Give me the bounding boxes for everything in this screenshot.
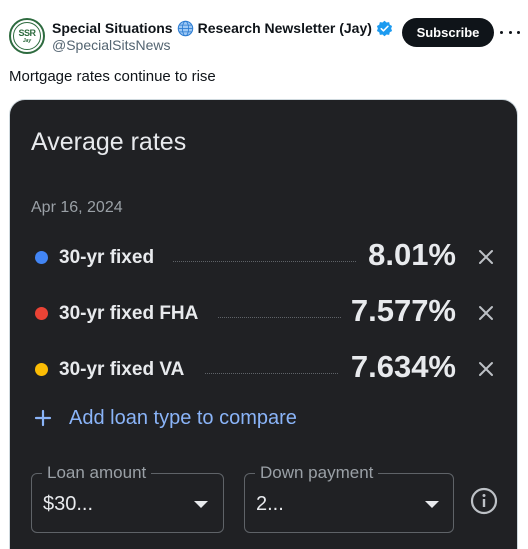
caret-down-icon [425, 501, 439, 508]
rate-row-30yr-fixed-fha: 30-yr fixed FHA 7.577% [10, 293, 517, 333]
rate-label: 30-yr fixed FHA [59, 303, 199, 324]
rate-label: 30-yr fixed [59, 247, 155, 268]
dotted-leader [173, 261, 356, 262]
more-icon[interactable] [500, 24, 520, 40]
dotted-leader [218, 317, 341, 318]
rate-label: 30-yr fixed VA [59, 359, 185, 380]
avatar-logo: SSR Jay [13, 22, 41, 50]
rate-value: 8.01% [368, 237, 456, 272]
globe-icon [177, 20, 193, 36]
tweet-text: Mortgage rates continue to rise [9, 68, 216, 85]
rate-row-30yr-fixed: 30-yr fixed 8.01% [10, 237, 517, 277]
rate-value: 7.634% [350, 349, 456, 384]
subscribe-button[interactable]: Subscribe [402, 18, 494, 47]
tweet-header: SSR Jay Special Situations Research News… [0, 0, 528, 64]
add-loan-type-button[interactable]: Add loan type to compare [34, 403, 297, 433]
author-name-part2: Research Newsletter (Jay) [197, 20, 372, 36]
card-date: Apr 16, 2024 [31, 199, 123, 216]
series-dot [35, 251, 48, 264]
verified-icon [376, 20, 392, 36]
avatar-monogram: SSR [18, 27, 36, 38]
loan-amount-label: Loan amount [42, 463, 152, 483]
down-payment-select[interactable]: Down payment 2... [244, 463, 454, 533]
info-icon[interactable] [470, 487, 498, 515]
remove-icon[interactable] [477, 304, 495, 322]
remove-icon[interactable] [477, 360, 495, 378]
remove-icon[interactable] [477, 248, 495, 266]
loan-amount-select[interactable]: Loan amount $30... [31, 463, 224, 533]
card-title: Average rates [31, 128, 187, 156]
author-name[interactable]: Special Situations Research Newsletter (… [52, 18, 393, 38]
loan-amount-value: $30... [43, 493, 94, 515]
tweet-image[interactable]: Average rates Apr 16, 2024 30-yr fixed 8… [9, 99, 518, 549]
add-loan-label: Add loan type to compare [69, 406, 297, 429]
avatar-sub: Jay [22, 37, 32, 44]
down-payment-label: Down payment [255, 463, 379, 483]
author-name-part1: Special Situations [52, 20, 173, 36]
dotted-leader [205, 373, 338, 374]
down-payment-value: 2... [256, 493, 284, 515]
series-dot [35, 363, 48, 376]
rate-row-30yr-fixed-va: 30-yr fixed VA 7.634% [10, 349, 517, 389]
rate-value: 7.577% [350, 293, 456, 328]
avatar[interactable]: SSR Jay [9, 18, 45, 54]
caret-down-icon [194, 501, 208, 508]
author-handle[interactable]: @SpecialSitsNews [52, 37, 170, 53]
series-dot [35, 307, 48, 320]
plus-icon [34, 409, 52, 427]
